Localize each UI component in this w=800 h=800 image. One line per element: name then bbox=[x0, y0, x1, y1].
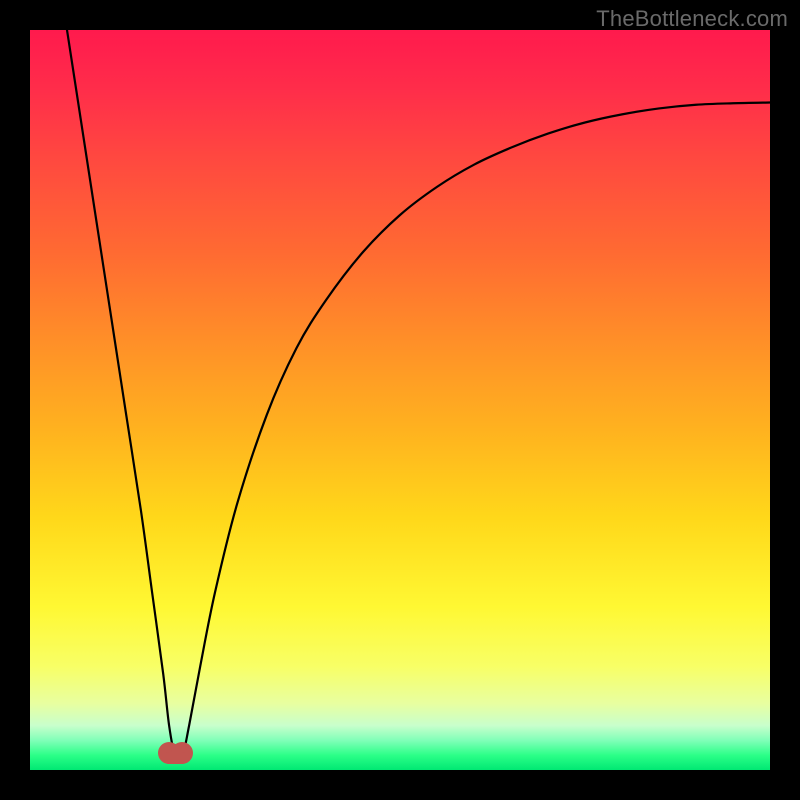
plot-area bbox=[30, 30, 770, 770]
bottleneck-curve bbox=[30, 30, 770, 770]
highlight-bridge bbox=[165, 752, 186, 764]
watermark-text: TheBottleneck.com bbox=[596, 6, 788, 32]
